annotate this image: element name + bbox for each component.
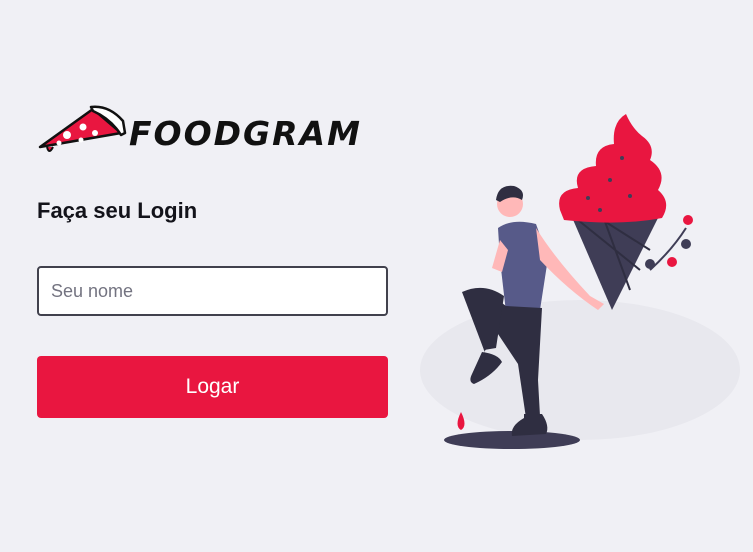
brand-name: FOODGRAM: [129, 113, 362, 153]
login-page: FOODGRAM Faça seu Login Logar: [0, 0, 753, 552]
login-title: Faça seu Login: [37, 198, 198, 223]
pizza-slice-icon: [38, 105, 127, 152]
brand-logo: FOODGRAM: [37, 103, 362, 157]
login-button[interactable]: Logar: [37, 356, 388, 418]
person-with-ice-cream-illustration: [420, 114, 740, 449]
name-input[interactable]: [37, 266, 388, 316]
